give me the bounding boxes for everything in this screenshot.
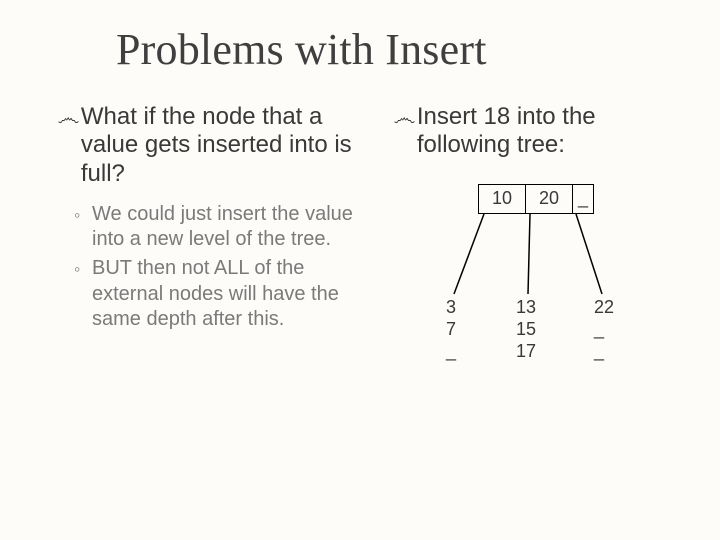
leaf3-v3: _ [594,340,614,362]
spiral-icon: ෴ [393,105,415,131]
right-column: ෴ Insert 18 into the following tree: 10 … [388,103,682,404]
tree-diagram: 10 20 _ 3 7 _ 13 15 17 22 _ _ [422,184,682,404]
tree-edges [422,184,682,404]
slide-title: Problems with Insert [116,24,672,75]
bullet-main-right: ෴ Insert 18 into the following tree: [394,103,682,160]
leaf1-v3: _ [446,340,456,362]
leaf2-v3: 17 [516,340,536,362]
left-column: ෴ What if the node that a value gets ins… [48,103,368,404]
slide-body: ෴ What if the node that a value gets ins… [48,103,672,404]
bullet-main-left: ෴ What if the node that a value gets ins… [58,103,368,188]
root-key-1: 10 [479,185,526,213]
bullet-main-right-text: Insert 18 into the following tree: [417,103,682,160]
leaf3-v1: 22 [594,296,614,318]
sub-bullet-2-text: BUT then not ALL of the external nodes w… [92,256,368,332]
spiral-icon: ෴ [57,105,79,131]
leaf2-v1: 13 [516,296,536,318]
root-node: 10 20 _ [478,184,594,214]
slide: Problems with Insert ෴ What if the node … [0,0,720,540]
sub-bullet-1-text: We could just insert the value into a ne… [92,202,368,252]
sub-bullet-1: ◦ We could just insert the value into a … [74,202,368,252]
leaf-node-2: 13 15 17 [516,296,536,362]
leaf3-v2: _ [594,318,614,340]
ring-icon: ◦ [74,257,88,281]
root-key-2: 20 [526,185,573,213]
leaf1-v2: 7 [446,318,456,340]
leaf1-v1: 3 [446,296,456,318]
bullet-main-left-text: What if the node that a value gets inser… [81,103,368,188]
root-key-3: _ [573,185,593,213]
leaf2-v2: 15 [516,318,536,340]
ring-icon: ◦ [74,203,88,227]
leaf-node-1: 3 7 _ [446,296,456,362]
leaf-node-3: 22 _ _ [594,296,614,362]
sub-bullet-2: ◦ BUT then not ALL of the external nodes… [74,256,368,332]
